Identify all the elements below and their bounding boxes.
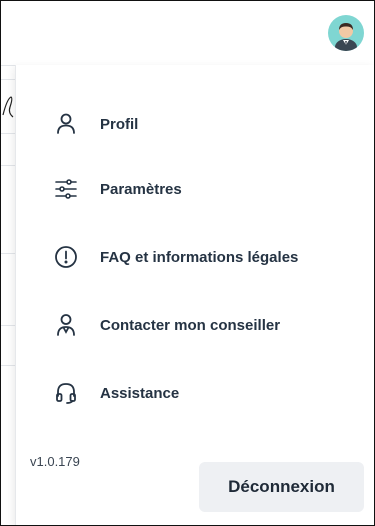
user-avatar[interactable] [328, 15, 364, 51]
app-version: v1.0.179 [30, 454, 80, 469]
top-bar [1, 1, 374, 66]
menu-item-label: Contacter mon conseiller [100, 316, 281, 334]
menu-item-assistance[interactable]: Assistance [52, 376, 179, 410]
menu-item-label: Profil [100, 115, 139, 133]
menu-item-faq[interactable]: FAQ et informations légales [52, 240, 298, 274]
background-handwriting [2, 96, 14, 118]
user-icon [52, 110, 80, 138]
avatar-person-icon [335, 23, 357, 51]
menu-item-contacter-conseiller[interactable]: Contacter mon conseiller [52, 308, 280, 342]
user-menu-panel: Profil Paramètres FAQ et informations lé… [15, 65, 374, 525]
exclamation-circle-icon [52, 243, 80, 271]
menu-item-label: Assistance [100, 384, 180, 402]
menu-item-parametres[interactable]: Paramètres [52, 172, 182, 206]
menu-item-label: FAQ et informations légales [100, 248, 299, 266]
sliders-icon [52, 175, 80, 203]
background-content [1, 65, 15, 525]
headset-icon [52, 379, 80, 407]
app-frame: Profil Paramètres FAQ et informations lé… [0, 0, 375, 526]
menu-item-label: Paramètres [100, 180, 182, 198]
advisor-icon [52, 311, 80, 339]
menu-item-profil[interactable]: Profil [52, 107, 138, 141]
logout-button[interactable]: Déconnexion [199, 462, 364, 512]
